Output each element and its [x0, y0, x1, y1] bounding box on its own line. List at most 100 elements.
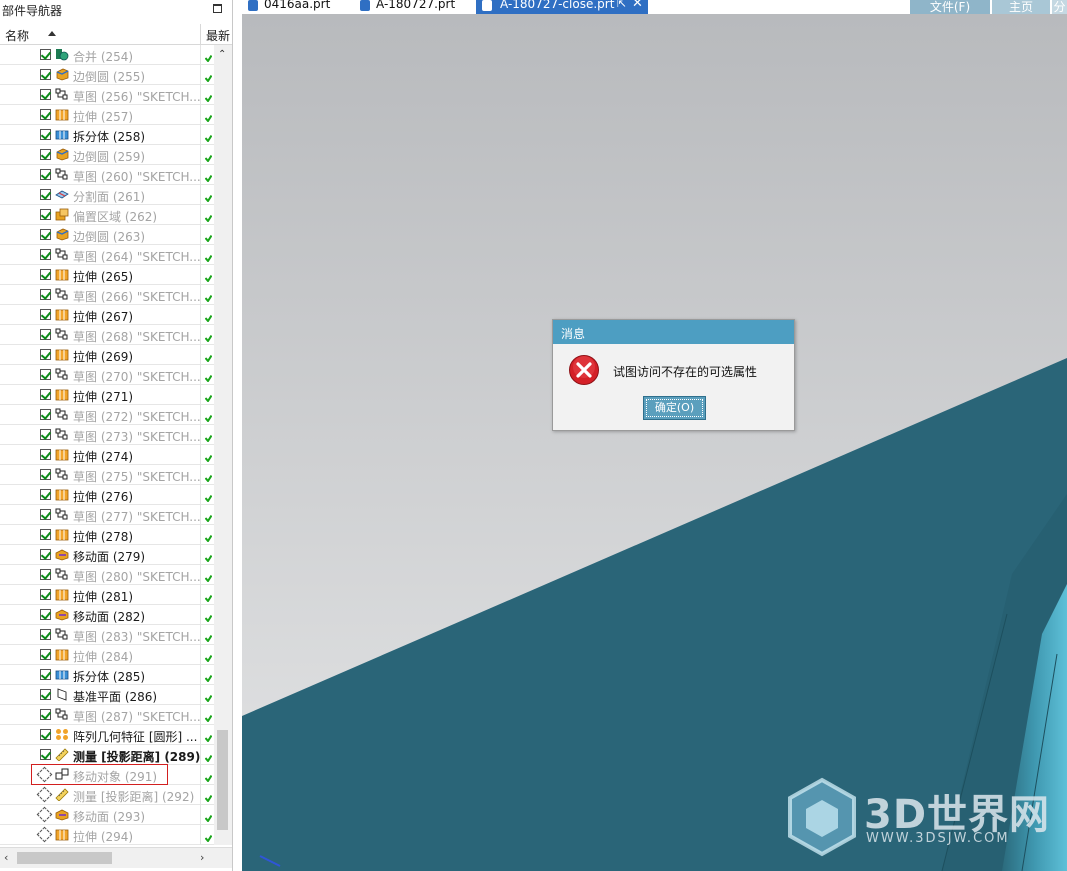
- tree-row[interactable]: 拉伸 (284): [0, 645, 214, 665]
- checkbox-checked[interactable]: [40, 529, 51, 540]
- tree-row[interactable]: 合并 (254): [0, 45, 214, 65]
- tree-row[interactable]: 拉伸 (265): [0, 265, 214, 285]
- tree-row[interactable]: 边倒圆 (255): [0, 65, 214, 85]
- column-latest-header[interactable]: 最新: [206, 27, 230, 44]
- checkbox-checked[interactable]: [40, 69, 51, 80]
- close-icon[interactable]: ✕: [632, 0, 643, 11]
- tree-row[interactable]: 草图 (256) "SKETCH...: [0, 85, 214, 105]
- checkbox-checked[interactable]: [40, 669, 51, 680]
- checkbox-unchecked[interactable]: [40, 789, 51, 800]
- tree-row[interactable]: 拆分体 (285): [0, 665, 214, 685]
- checkbox-checked[interactable]: [40, 149, 51, 160]
- tree-row[interactable]: 拉伸 (271): [0, 385, 214, 405]
- graphics-viewport[interactable]: 3D世界网 WWW.3DSJW.COM: [242, 14, 1067, 871]
- tree-row[interactable]: 测量 [投影距离] (292): [0, 785, 214, 805]
- checkbox-checked[interactable]: [40, 469, 51, 480]
- checkbox-checked[interactable]: [40, 129, 51, 140]
- tree-row[interactable]: 草图 (272) "SKETCH...: [0, 405, 214, 425]
- tab-a-180727-close[interactable]: A-180727-close.prt ⇱ ✕: [476, 0, 648, 14]
- checkbox-checked[interactable]: [40, 169, 51, 180]
- checkbox-checked[interactable]: [40, 249, 51, 260]
- checkbox-checked[interactable]: [40, 509, 51, 520]
- checkbox-checked[interactable]: [40, 349, 51, 360]
- tree-row[interactable]: 草图 (266) "SKETCH...: [0, 285, 214, 305]
- tree-row[interactable]: 草图 (280) "SKETCH...: [0, 565, 214, 585]
- column-divider: [200, 405, 201, 425]
- scroll-right-icon[interactable]: ›: [200, 851, 204, 864]
- checkbox-checked[interactable]: [40, 689, 51, 700]
- checkbox-checked[interactable]: [40, 729, 51, 740]
- checkbox-checked[interactable]: [40, 549, 51, 560]
- tree-row[interactable]: 草图 (273) "SKETCH...: [0, 425, 214, 445]
- checkbox-checked[interactable]: [40, 749, 51, 760]
- checkbox-checked[interactable]: [40, 329, 51, 340]
- checkbox-checked[interactable]: [40, 589, 51, 600]
- tree-row[interactable]: 草图 (277) "SKETCH...: [0, 505, 214, 525]
- checkbox-checked[interactable]: [40, 609, 51, 620]
- tab-a-180727[interactable]: A-180727.prt: [360, 0, 470, 14]
- tree-row[interactable]: 拉伸 (281): [0, 585, 214, 605]
- checkbox-checked[interactable]: [40, 289, 51, 300]
- scroll-left-icon[interactable]: ‹: [4, 851, 8, 864]
- checkbox-checked[interactable]: [40, 429, 51, 440]
- ok-button[interactable]: 确定(O): [643, 396, 706, 420]
- tree-row[interactable]: 移动面 (293): [0, 805, 214, 825]
- sort-ascending-icon[interactable]: [48, 31, 56, 36]
- vertical-scroll-thumb[interactable]: [217, 730, 228, 830]
- column-separator[interactable]: [200, 24, 201, 44]
- tree-row[interactable]: 偏置区域 (262): [0, 205, 214, 225]
- tree-row[interactable]: 基准平面 (286): [0, 685, 214, 705]
- tree-row[interactable]: 拆分体 (258): [0, 125, 214, 145]
- up-to-date-check-icon: [204, 191, 213, 203]
- checkbox-checked[interactable]: [40, 309, 51, 320]
- tree-row[interactable]: 草图 (264) "SKETCH...: [0, 245, 214, 265]
- checkbox-checked[interactable]: [40, 269, 51, 280]
- scroll-up-icon[interactable]: ⌃: [218, 49, 226, 60]
- checkbox-checked[interactable]: [40, 629, 51, 640]
- tree-row[interactable]: 分割面 (261): [0, 185, 214, 205]
- tree-row[interactable]: 拉伸 (269): [0, 345, 214, 365]
- tree-row[interactable]: 测量 [投影距离] (289): [0, 745, 214, 765]
- tab-0416aa[interactable]: 0416aa.prt: [248, 0, 348, 14]
- tree-row[interactable]: 拉伸 (274): [0, 445, 214, 465]
- tree-row[interactable]: 草图 (260) "SKETCH...: [0, 165, 214, 185]
- checkbox-checked[interactable]: [40, 189, 51, 200]
- maximize-icon[interactable]: [213, 4, 222, 13]
- checkbox-checked[interactable]: [40, 709, 51, 720]
- tree-row[interactable]: 草图 (283) "SKETCH...: [0, 625, 214, 645]
- tree-row[interactable]: 拉伸 (278): [0, 525, 214, 545]
- checkbox-unchecked[interactable]: [40, 809, 51, 820]
- checkbox-checked[interactable]: [40, 449, 51, 460]
- checkbox-checked[interactable]: [40, 229, 51, 240]
- horizontal-scroll-thumb[interactable]: [17, 852, 112, 864]
- checkbox-checked[interactable]: [40, 489, 51, 500]
- checkbox-unchecked[interactable]: [40, 829, 51, 840]
- tree-row[interactable]: 草图 (275) "SKETCH...: [0, 465, 214, 485]
- tree-row[interactable]: 草图 (270) "SKETCH...: [0, 365, 214, 385]
- checkbox-checked[interactable]: [40, 89, 51, 100]
- vertical-scrollbar[interactable]: ⌃: [214, 45, 232, 845]
- checkbox-checked[interactable]: [40, 209, 51, 220]
- horizontal-scrollbar[interactable]: ‹ ›: [0, 847, 232, 868]
- column-name-header[interactable]: 名称: [5, 27, 29, 44]
- checkbox-checked[interactable]: [40, 649, 51, 660]
- dialog-title-bar[interactable]: 消息: [553, 320, 794, 344]
- checkbox-checked[interactable]: [40, 49, 51, 60]
- tree-row[interactable]: 边倒圆 (259): [0, 145, 214, 165]
- tree-row[interactable]: 边倒圆 (263): [0, 225, 214, 245]
- tree-row[interactable]: 草图 (268) "SKETCH...: [0, 325, 214, 345]
- checkbox-checked[interactable]: [40, 569, 51, 580]
- tree-row[interactable]: 拉伸 (294): [0, 825, 214, 845]
- tree-row[interactable]: 草图 (287) "SKETCH...: [0, 705, 214, 725]
- tree-row[interactable]: 移动面 (282): [0, 605, 214, 625]
- checkbox-checked[interactable]: [40, 109, 51, 120]
- tree-row[interactable]: 拉伸 (257): [0, 105, 214, 125]
- checkbox-checked[interactable]: [40, 389, 51, 400]
- undock-icon[interactable]: ⇱: [617, 0, 626, 10]
- tree-row[interactable]: 拉伸 (276): [0, 485, 214, 505]
- tree-row[interactable]: 拉伸 (267): [0, 305, 214, 325]
- checkbox-checked[interactable]: [40, 369, 51, 380]
- checkbox-checked[interactable]: [40, 409, 51, 420]
- tree-row[interactable]: 移动面 (279): [0, 545, 214, 565]
- tree-row[interactable]: 阵列几何特征 [圆形] ...: [0, 725, 214, 745]
